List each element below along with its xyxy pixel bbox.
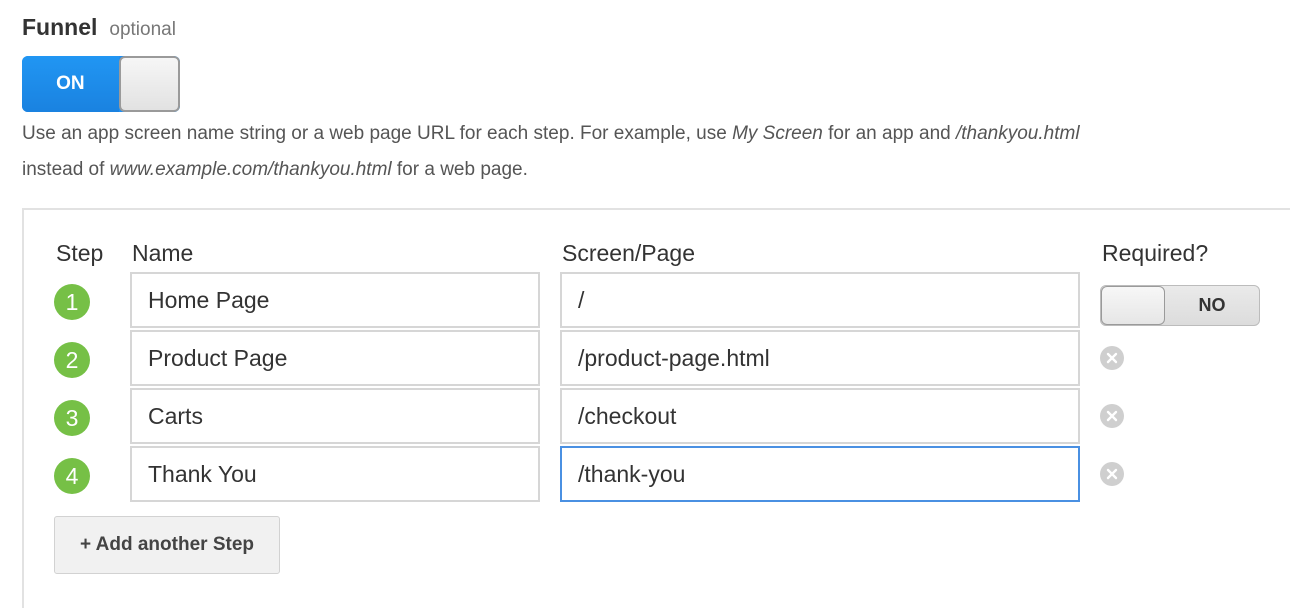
close-icon [1106, 352, 1118, 364]
column-header-required: Required? [1102, 240, 1209, 266]
help-example-url: /thankyou.html [955, 123, 1080, 144]
optional-label: optional [109, 19, 176, 40]
help-text-part: instead of [22, 159, 110, 180]
step-number-badge: 1 [54, 284, 90, 320]
step-page-input[interactable]: / [560, 272, 1080, 328]
step-number-badge: 3 [54, 400, 90, 436]
step-page-input[interactable]: /thank-you [560, 446, 1080, 502]
help-example-app: My Screen [732, 123, 823, 144]
help-text-part: Use an app screen name string or a web p… [22, 123, 733, 144]
add-step-button[interactable]: + Add another Step [54, 516, 280, 574]
required-toggle[interactable]: NO [1100, 285, 1260, 326]
remove-step-button[interactable] [1100, 462, 1124, 486]
remove-step-button[interactable] [1100, 404, 1124, 428]
remove-step-button[interactable] [1100, 346, 1124, 370]
help-text-part: for an app and [822, 123, 956, 144]
step-page-input[interactable]: /product-page.html [560, 330, 1080, 386]
help-text: Use an app screen name string or a web p… [22, 116, 1282, 188]
toggle-knob [1101, 286, 1165, 325]
funnel-toggle[interactable]: ON [22, 56, 180, 112]
required-toggle-label: NO [1198, 295, 1226, 315]
step-name-input[interactable]: Product Page [130, 330, 540, 386]
column-header-step: Step [56, 240, 104, 266]
help-example-full-url: www.example.com/thankyou.html [109, 159, 392, 180]
toggle-knob [118, 56, 180, 112]
step-name-input[interactable]: Carts [130, 388, 540, 444]
section-title: Funnel [22, 14, 98, 40]
step-number-badge: 4 [54, 458, 90, 494]
step-page-input[interactable]: /checkout [560, 388, 1080, 444]
column-header-page: Screen/Page [562, 240, 695, 266]
close-icon [1106, 468, 1118, 480]
column-header-name: Name [132, 240, 194, 266]
help-text-part: for a web page. [391, 159, 528, 180]
step-name-input[interactable]: Home Page [130, 272, 540, 328]
funnel-heading: Funnel optional [22, 14, 176, 41]
funnel-toggle-label: ON [22, 56, 119, 112]
close-icon [1106, 410, 1118, 422]
step-number-badge: 2 [54, 342, 90, 378]
step-name-input[interactable]: Thank You [130, 446, 540, 502]
